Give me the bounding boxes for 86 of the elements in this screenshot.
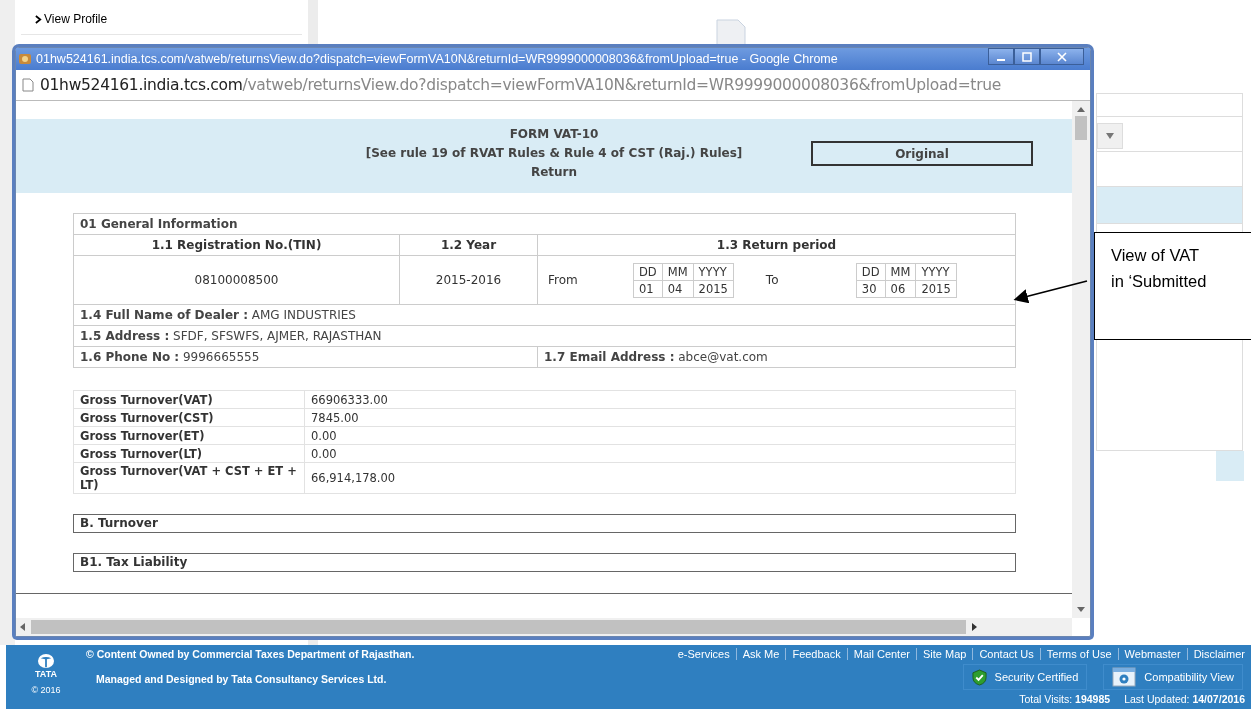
close-button[interactable]: [1040, 48, 1084, 65]
chevron-icon: [35, 14, 42, 24]
form-rule: [See rule 19 of RVAT Rules & Rule 4 of CST (Raj.) Rules]: [365, 146, 743, 160]
period-label: To: [764, 273, 780, 287]
close-icon: [1057, 51, 1067, 62]
tata-logo-icon: [37, 653, 55, 669]
column-header: 1.2 Year: [399, 234, 538, 256]
column-header: 1.1 Registration No.(TIN): [73, 234, 400, 256]
app-icon: [18, 52, 32, 66]
logo-year: © 2016: [31, 685, 61, 695]
date-header: YYYY: [693, 263, 734, 280]
highlight-band: [1216, 451, 1244, 481]
phone-number: 1.6 Phone No : 9996665555: [73, 346, 538, 368]
address-bar[interactable]: 01hw524161.india.tcs.com/vatweb/returnsView.do?dispatch=viewFormVA10N&returnId=WR9999000008036&fromUpload=true: [16, 70, 1090, 101]
scroll-up-icon: [1077, 107, 1085, 112]
column-header: 1.3 Return period: [537, 234, 1016, 256]
dropdown-field[interactable]: [1097, 123, 1123, 149]
footer-link[interactable]: Site Map: [915, 648, 973, 660]
maximize-icon: [1022, 51, 1032, 62]
date-cell: 04: [662, 280, 694, 297]
table-cell: 66906333.00: [304, 390, 1016, 409]
row-label: Gross Turnover(CST): [73, 408, 305, 427]
row-label: Gross Turnover(VAT): [73, 390, 305, 409]
footer-link[interactable]: e-Services: [671, 648, 736, 660]
badge-button[interactable]: Compatibility View: [1103, 664, 1243, 690]
footer-link[interactable]: Terms of Use: [1039, 648, 1118, 660]
date-header: DD: [633, 263, 663, 280]
gear-window-icon: [1112, 667, 1137, 687]
table-cell: 2015-2016: [399, 255, 538, 305]
url-text: 01hw524161.india.tcs.com/vatweb/returnsView.do?dispatch=viewFormVA10N&returnId=WR9999000008036&fromUpload=true: [40, 76, 1001, 94]
email-address: 1.7 Email Address : abce@vat.com: [537, 346, 1016, 368]
section-heading: B1. Tax Liability: [73, 553, 1016, 572]
footer-link[interactable]: Ask Me: [735, 648, 786, 660]
credits-text: Managed and Designed by Tata Consultancy Services Ltd.: [95, 673, 388, 685]
status-box: Original: [811, 141, 1033, 166]
logo-text: TATA: [35, 669, 57, 679]
badge-button[interactable]: Security Certified: [962, 664, 1088, 690]
date-cell: 01: [633, 280, 663, 297]
scroll-down-icon: [1077, 607, 1085, 612]
footer-link[interactable]: Disclaimer: [1186, 648, 1251, 660]
dealer-name: 1.4 Full Name of Dealer : AMG INDUSTRIES: [73, 304, 1016, 326]
stat-text: Total Visits: 194985: [1019, 693, 1111, 705]
window-title: 01hw524161.india.tcs.com/vatweb/returnsView.do?dispatch=viewFormVA10N&returnId=WR9999000008036&fromUpload=true - Google Chrome: [36, 52, 839, 66]
row-label: Gross Turnover(VAT + CST + ET + LT): [73, 462, 305, 494]
footer-link[interactable]: Feedback: [785, 648, 847, 660]
table-cell: 0.00: [304, 426, 1016, 445]
footer-link[interactable]: Contact Us: [972, 648, 1040, 660]
date-cell: 06: [885, 280, 916, 297]
scroll-left-icon: [20, 623, 25, 631]
date-header: MM: [885, 263, 916, 280]
vertical-scrollbar[interactable]: [1072, 101, 1090, 618]
table-cell: 66,914,178.00: [304, 462, 1016, 494]
minimize-button[interactable]: [988, 48, 1014, 65]
period-label: From: [547, 273, 579, 287]
scroll-thumb[interactable]: [1075, 116, 1087, 140]
dealer-address: 1.5 Address : SFDF, SFSWFS, AJMER, RAJASTHAN: [73, 325, 1016, 347]
footer-link[interactable]: Mail Center: [846, 648, 916, 660]
table-cell: 08100008500: [73, 255, 400, 305]
stat-text: Last Updated: 14/07/2016: [1124, 693, 1245, 705]
date-cell: 2015: [915, 280, 957, 297]
date-cell: 30: [856, 280, 886, 297]
copyright-text: © Content Owned by Commercial Taxes Department of Rajasthan.: [86, 648, 415, 660]
footer-link[interactable]: Webmaster: [1117, 648, 1187, 660]
row-label: Gross Turnover(ET): [73, 426, 305, 445]
annotation-text: in ‘Submitted: [1111, 272, 1208, 291]
form-subtitle: Return: [530, 165, 578, 179]
horizontal-scrollbar[interactable]: [16, 618, 1072, 636]
row-label: Gross Turnover(LT): [73, 444, 305, 463]
date-header: MM: [662, 263, 694, 280]
table-cell: 7845.00: [304, 408, 1016, 427]
maximize-button[interactable]: [1014, 48, 1040, 65]
dropdown-arrow-icon: [1106, 133, 1114, 139]
section-heading: 01 General Information: [73, 213, 1016, 235]
sidebar-item[interactable]: View Profile: [21, 10, 302, 35]
form-title: FORM VAT-10: [509, 127, 599, 141]
section-heading: B. Turnover: [73, 514, 1016, 533]
date-cell: 2015: [693, 280, 734, 297]
scroll-right-icon: [972, 623, 977, 631]
minimize-icon: [997, 58, 1005, 61]
scroll-thumb[interactable]: [31, 620, 966, 634]
annotation-text: View of VAT: [1111, 246, 1201, 265]
shield-check-icon: [971, 668, 987, 686]
table-cell: 0.00: [304, 444, 1016, 463]
page-icon: [22, 78, 34, 92]
date-header: DD: [856, 263, 886, 280]
date-header: YYYY: [915, 263, 957, 280]
